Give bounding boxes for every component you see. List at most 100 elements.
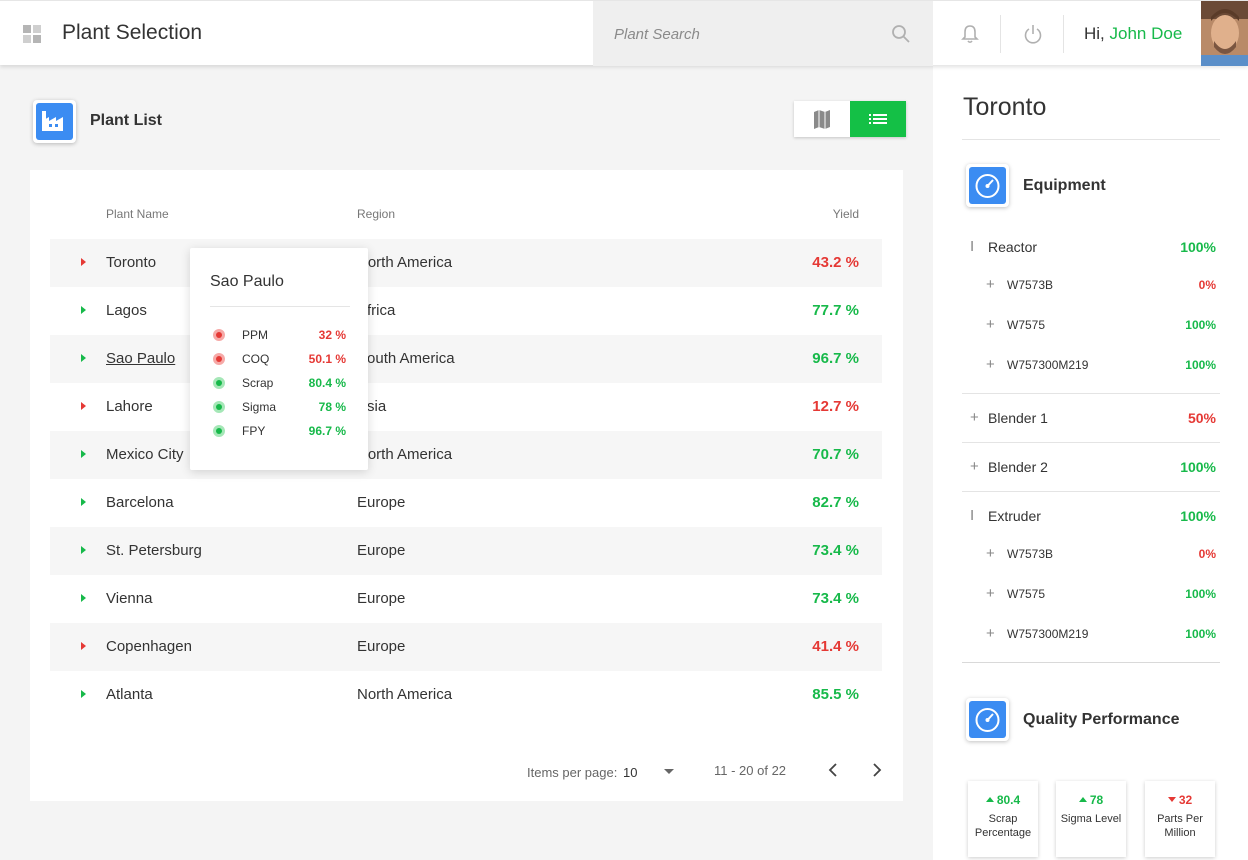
- plant-name[interactable]: Mexico City: [106, 446, 184, 463]
- plant-name[interactable]: St. Petersburg: [106, 542, 202, 559]
- kpi-value: 80.4: [996, 793, 1021, 807]
- list-view-button[interactable]: [850, 101, 906, 137]
- status-bad-icon: [213, 329, 225, 341]
- expand-plus-icon[interactable]: +: [986, 276, 995, 293]
- column-header-region[interactable]: Region: [357, 207, 395, 221]
- plant-name[interactable]: Atlanta: [106, 686, 153, 703]
- greeting-text: Hi,: [1084, 24, 1105, 43]
- next-page-icon[interactable]: [868, 762, 884, 778]
- trend-up-icon: [81, 450, 86, 458]
- table-row[interactable]: Lagos Africa 77.7 %: [50, 287, 882, 335]
- previous-page-icon[interactable]: [826, 762, 842, 778]
- table-row[interactable]: Lahore Asia 12.7 %: [50, 383, 882, 431]
- trend-down-icon: [81, 642, 86, 650]
- plant-tooltip: Sao Paulo PPM 32 % COQ 50.1 % Scrap 80.4…: [190, 248, 368, 470]
- metric-value: 96.7 %: [308, 424, 346, 438]
- search-icon[interactable]: [891, 24, 911, 44]
- expand-plus-icon[interactable]: +: [970, 458, 979, 475]
- power-logout-icon[interactable]: [1022, 23, 1044, 45]
- header-divider: [1063, 15, 1064, 53]
- expand-plus-icon[interactable]: +: [986, 625, 995, 642]
- equipment-label: W757300M219: [1007, 358, 1089, 372]
- collapse-icon[interactable]: I: [970, 507, 974, 524]
- status-bad-icon: [213, 353, 225, 365]
- expand-plus-icon[interactable]: +: [986, 545, 995, 562]
- map-icon: [814, 110, 830, 129]
- kpi-card-scrap[interactable]: 80.4 Scrap Percentage: [968, 781, 1038, 857]
- equipment-label: W757300M219: [1007, 627, 1089, 641]
- equipment-value: 100%: [1185, 627, 1216, 641]
- table-row[interactable]: Barcelona Europe 82.7 %: [50, 479, 882, 527]
- equipment-item[interactable]: I Extruder 100%: [962, 501, 1220, 531]
- plant-yield: 82.7 %: [812, 494, 859, 511]
- equipment-label: W7573B: [1007, 278, 1054, 292]
- equipment-subitem[interactable]: + W757300M219 100%: [962, 350, 1220, 380]
- trend-down-icon: [1167, 797, 1176, 802]
- plant-name[interactable]: Barcelona: [106, 494, 174, 511]
- equipment-value: 100%: [1180, 508, 1216, 524]
- equipment-subitem[interactable]: + W757300M219 100%: [962, 619, 1220, 649]
- trend-up-icon: [81, 354, 86, 362]
- plant-search-input[interactable]: Plant Search: [593, 1, 933, 66]
- collapse-icon[interactable]: I: [970, 238, 974, 255]
- table-row[interactable]: Mexico City North America 70.7 %: [50, 431, 882, 479]
- plant-name[interactable]: Lagos: [106, 302, 147, 319]
- equipment-value: 100%: [1185, 358, 1216, 372]
- column-header-plant-name[interactable]: Plant Name: [106, 207, 169, 221]
- equipment-value: 100%: [1185, 587, 1216, 601]
- equipment-subitem[interactable]: + W7573B 0%: [962, 539, 1220, 569]
- plant-yield: 43.2 %: [812, 254, 859, 271]
- plant-yield: 12.7 %: [812, 398, 859, 415]
- chevron-down-icon[interactable]: [664, 769, 674, 774]
- equipment-value: 100%: [1180, 459, 1216, 475]
- notifications-bell-icon[interactable]: [959, 23, 981, 45]
- equipment-subitem[interactable]: + W7575 100%: [962, 579, 1220, 609]
- selected-plant-title: Toronto: [963, 93, 1047, 121]
- divider: [962, 662, 1220, 663]
- kpi-label: Scrap Percentage: [974, 813, 1032, 839]
- apps-grid-icon[interactable]: [23, 25, 41, 43]
- column-header-yield[interactable]: Yield: [833, 207, 859, 221]
- plant-name[interactable]: Vienna: [106, 590, 152, 607]
- equipment-item[interactable]: + Blender 2 100%: [962, 452, 1220, 482]
- table-row[interactable]: Sao Paulo South America 96.7 %: [50, 335, 882, 383]
- equipment-subitem[interactable]: + W7575 100%: [962, 310, 1220, 340]
- map-view-button[interactable]: [794, 101, 850, 137]
- table-row[interactable]: Copenhagen Europe 41.4 %: [50, 623, 882, 671]
- expand-plus-icon[interactable]: +: [986, 585, 995, 602]
- plant-table-card: Plant Name Region Yield Toronto North Am…: [30, 170, 903, 801]
- expand-plus-icon[interactable]: +: [986, 356, 995, 373]
- user-greeting[interactable]: Hi, John Doe: [1084, 24, 1182, 44]
- plant-name[interactable]: Sao Paulo: [106, 350, 175, 367]
- kpi-card-ppm[interactable]: 32 Parts Per Million: [1145, 781, 1215, 857]
- plant-detail-panel: Toronto Equipment I Reactor 100% + W7573…: [933, 65, 1248, 860]
- kpi-card-sigma[interactable]: 78 Sigma Level: [1056, 781, 1126, 857]
- items-per-page-select[interactable]: 10: [623, 765, 637, 780]
- equipment-label: Blender 2: [988, 459, 1048, 475]
- user-name[interactable]: John Doe: [1110, 24, 1183, 43]
- expand-plus-icon[interactable]: +: [986, 316, 995, 333]
- metric-value: 50.1 %: [308, 352, 346, 366]
- equipment-item[interactable]: I Reactor 100%: [962, 232, 1220, 262]
- metric-label: PPM: [242, 328, 269, 342]
- equipment-subitem[interactable]: + W7573B 0%: [962, 270, 1220, 300]
- table-row[interactable]: Toronto North America 43.2 %: [50, 239, 882, 287]
- search-placeholder: Plant Search: [614, 26, 700, 43]
- plant-yield: 85.5 %: [812, 686, 859, 703]
- plant-name[interactable]: Lahore: [106, 398, 153, 415]
- plant-name[interactable]: Copenhagen: [106, 638, 192, 655]
- equipment-value: 0%: [1198, 278, 1216, 292]
- table-row[interactable]: Atlanta North America 85.5 %: [50, 671, 882, 719]
- expand-plus-icon[interactable]: +: [970, 409, 979, 426]
- kpi-value-row: 80.4: [968, 793, 1038, 807]
- list-icon: [869, 114, 887, 124]
- tooltip-metric: FPY 96.7 %: [210, 422, 350, 442]
- equipment-item[interactable]: + Blender 1 50%: [962, 403, 1220, 433]
- table-row[interactable]: Vienna Europe 73.4 %: [50, 575, 882, 623]
- user-avatar[interactable]: [1201, 1, 1248, 66]
- plant-name[interactable]: Toronto: [106, 254, 156, 271]
- speedometer-icon: [975, 174, 1000, 198]
- table-row[interactable]: St. Petersburg Europe 73.4 %: [50, 527, 882, 575]
- plant-yield: 96.7 %: [812, 350, 859, 367]
- equipment-label: Reactor: [988, 239, 1038, 255]
